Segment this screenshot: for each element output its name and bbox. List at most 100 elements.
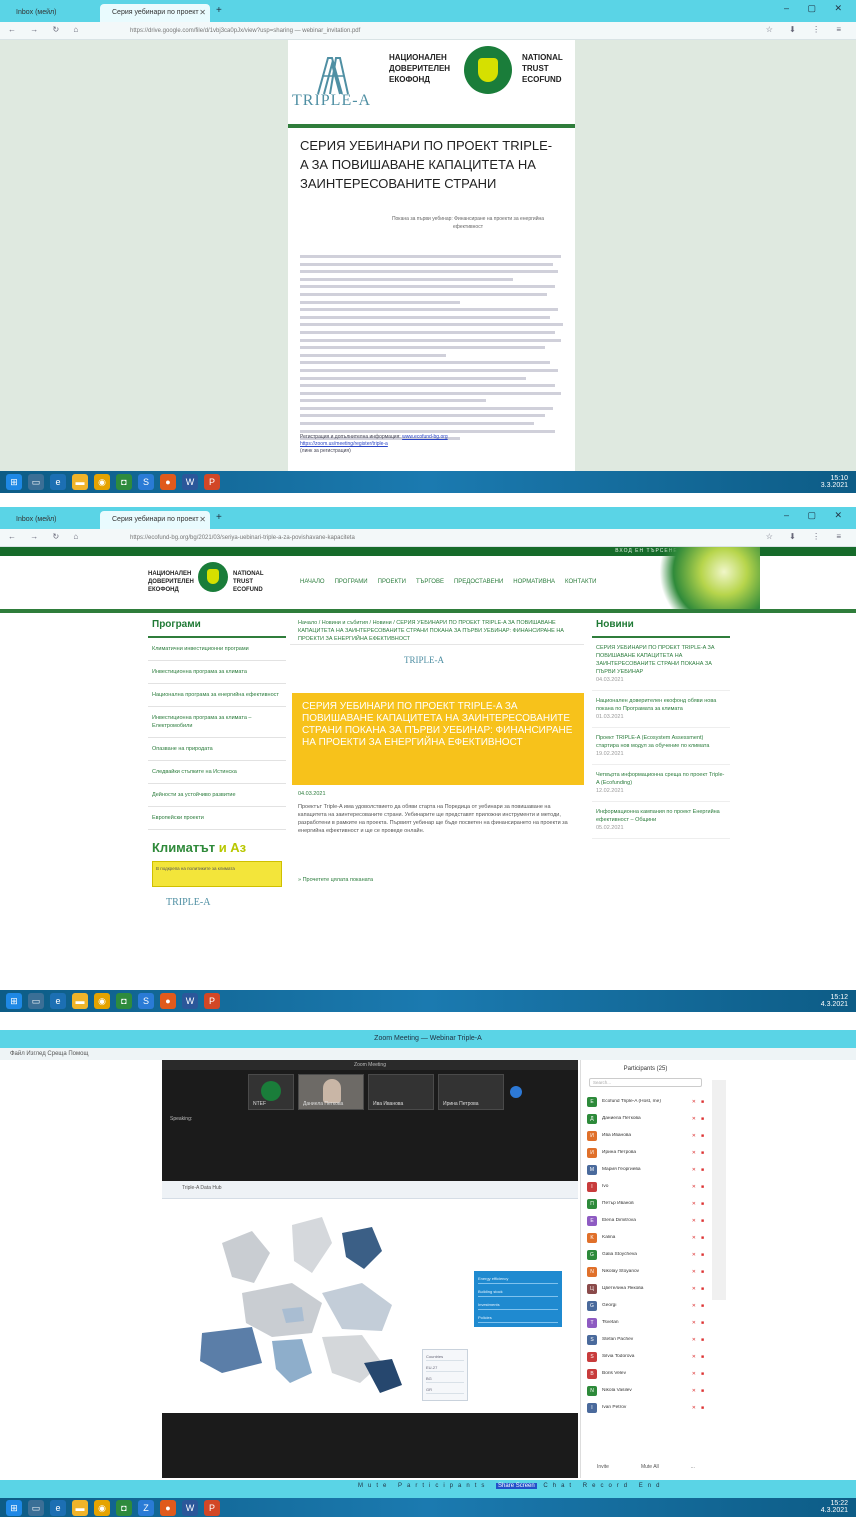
edge-icon[interactable]: e — [50, 993, 66, 1009]
window-controls[interactable]: – ▢ ✕ — [784, 3, 850, 14]
mute-all-button[interactable]: Mute All — [641, 1464, 659, 1470]
invite-button[interactable]: Invite — [597, 1464, 609, 1470]
menu-item[interactable]: Проекти — [378, 579, 406, 585]
sidebar-item[interactable]: Европейски проекти — [148, 807, 286, 830]
participant-row[interactable]: T Tsvetan ✕ ■ — [581, 1314, 710, 1331]
video-tile[interactable]: NTEF — [248, 1074, 294, 1110]
nav-buttons[interactable]: ← → ↻ ⌂ — [8, 532, 84, 541]
start-icon[interactable]: ⊞ — [6, 993, 22, 1009]
participant-row[interactable]: Д Даниела Петкова ✕ ■ — [581, 1110, 710, 1127]
participant-row[interactable]: I Ivo ✕ ■ — [581, 1178, 710, 1195]
participant-row[interactable]: Ц Цветелина Янкова ✕ ■ — [581, 1280, 710, 1297]
skype-icon[interactable]: S — [138, 993, 154, 1009]
sidebar-item[interactable]: Следвайки стъпките на Истинска — [148, 761, 286, 784]
participant-row[interactable]: П Петър Иванов ✕ ■ — [581, 1195, 710, 1212]
close-tab-icon[interactable]: ✕ — [199, 4, 206, 22]
news-item[interactable]: Национален доверителен екофонд обяви нов… — [592, 691, 730, 728]
edge-icon[interactable]: e — [50, 474, 66, 490]
europe-map[interactable] — [182, 1213, 442, 1403]
word-icon[interactable]: W — [182, 474, 198, 490]
chrome-icon[interactable]: ◉ — [94, 1500, 110, 1516]
desktop-icon[interactable]: ▭ — [28, 474, 44, 490]
filter-option[interactable]: Energy efficiency — [478, 1274, 558, 1284]
word-icon[interactable]: W — [182, 993, 198, 1009]
participant-row[interactable]: И Ирина Петрова ✕ ■ — [581, 1144, 710, 1161]
register-link[interactable]: https://zoom.us/meeting/register/triple-… — [300, 441, 388, 447]
browser-actions[interactable]: ☆ ⬇ ⋮ ≡ — [766, 532, 848, 541]
browser-tab[interactable]: Іnbox (мейл) — [4, 511, 84, 529]
participant-row[interactable]: И Ива Иванова ✕ ■ — [581, 1127, 710, 1144]
system-tray[interactable]: 15:22 4.3.2021 — [821, 1500, 848, 1514]
browser-tab[interactable]: Іnbox (мейл) — [4, 4, 84, 22]
filter-option[interactable]: Investments — [478, 1300, 558, 1310]
news-item[interactable]: Проект TRIPLE-A (Ecosystem Assessment) с… — [592, 728, 730, 765]
breadcrumb[interactable]: Начало / Новини и събития / Новини / СЕР… — [290, 613, 584, 645]
pdf-icon[interactable]: P — [204, 993, 220, 1009]
edge-icon[interactable]: e — [50, 1500, 66, 1516]
ntef-logo-icon[interactable] — [198, 562, 228, 592]
app-icon[interactable]: ◘ — [116, 1500, 132, 1516]
participant-row[interactable]: N Nikola Vasilev ✕ ■ — [581, 1382, 710, 1399]
chrome-icon[interactable]: ◉ — [94, 993, 110, 1009]
sidebar-item[interactable]: Климатични инвестиционни програми — [148, 638, 286, 661]
klimat-banner[interactable]: Климатът и Аз — [152, 840, 282, 855]
menu-item[interactable]: Предоставени — [454, 579, 503, 585]
close-tab-icon[interactable]: ✕ — [199, 511, 206, 529]
video-tile[interactable]: Ирина Петрова — [438, 1074, 504, 1110]
participant-row[interactable]: G Georgi ✕ ■ — [581, 1297, 710, 1314]
sidebar-item[interactable]: Национална програма за енергийна ефектив… — [148, 684, 286, 707]
participant-row[interactable]: I Ivan Petrov ✕ ■ — [581, 1399, 710, 1416]
word-icon[interactable]: W — [182, 1500, 198, 1516]
pdf-viewport[interactable]: TRIPLE-A НАЦИОНАЛЕН ДОВЕРИТЕЛЕН ЕКОФОНД … — [0, 40, 856, 471]
url-field[interactable]: https://ecofund-bg.org/bg/2021/03/seriya… — [130, 532, 720, 544]
menu-item[interactable]: Контакти — [565, 579, 596, 585]
browser-tab-active[interactable]: Серия уебинари по проект ✕ — [100, 511, 210, 529]
window-controls[interactable]: – ▢ ✕ — [784, 510, 850, 521]
start-icon[interactable]: ⊞ — [6, 1500, 22, 1516]
video-tile-active[interactable]: Даниела Петкова — [298, 1074, 364, 1110]
end-button[interactable]: End — [639, 1483, 665, 1489]
zoom-icon[interactable]: Z — [138, 1500, 154, 1516]
new-tab-icon[interactable]: + — [216, 5, 222, 16]
pdf-icon[interactable]: P — [204, 1500, 220, 1516]
participant-row[interactable]: K Kalina ✕ ■ — [581, 1229, 710, 1246]
participant-row[interactable]: S Silvia Todorova ✕ ■ — [581, 1348, 710, 1365]
sidebar-item[interactable]: Инвестиционна програма за климата — [148, 661, 286, 684]
logo-text-en[interactable]: NATIONAL TRUST ECOFUND — [233, 570, 264, 594]
zoom-menu-bar[interactable]: Файл Изглед Среща Помощ — [0, 1048, 856, 1060]
filter-option[interactable]: Policies — [478, 1313, 558, 1323]
next-page-icon[interactable] — [510, 1086, 522, 1098]
system-tray[interactable]: 15:12 4.3.2021 — [821, 994, 848, 1008]
chrome-icon[interactable]: ◉ — [94, 474, 110, 490]
participants-search[interactable]: Search... — [589, 1078, 702, 1087]
participant-row[interactable]: E Elena Dimitrova ✕ ■ — [581, 1212, 710, 1229]
participant-row[interactable]: М Мария Георгиева ✕ ■ — [581, 1161, 710, 1178]
read-more-link[interactable]: » Прочетете цялата поканата — [298, 877, 373, 883]
map-filter-panel[interactable]: Energy efficiency Building stock Investm… — [474, 1271, 562, 1327]
sidebar-item[interactable]: Инвестиционна програма за климата – Елек… — [148, 707, 286, 738]
new-tab-icon[interactable]: + — [216, 512, 222, 523]
participant-row[interactable]: S Stefan Pachev ✕ ■ — [581, 1331, 710, 1348]
chat-button[interactable]: Chat — [543, 1483, 576, 1489]
video-tile[interactable]: Ива Иванова — [368, 1074, 434, 1110]
participant-row[interactable]: N Nikolay Stoyanov ✕ ■ — [581, 1263, 710, 1280]
nav-buttons[interactable]: ← → ↻ ⌂ — [8, 25, 84, 34]
menu-item[interactable]: Начало — [300, 579, 325, 585]
firefox-icon[interactable]: ● — [160, 474, 176, 490]
folder-icon[interactable]: ▬ — [72, 474, 88, 490]
desktop-icon[interactable]: ▭ — [28, 993, 44, 1009]
mute-button[interactable]: Mute — [358, 1483, 391, 1489]
more-button[interactable]: ... — [691, 1464, 695, 1470]
url-field[interactable]: https://drive.google.com/file/d/1vbj3ca0… — [130, 25, 720, 37]
sidebar-item[interactable]: Опазване на природата — [148, 738, 286, 761]
folder-icon[interactable]: ▬ — [72, 1500, 88, 1516]
firefox-icon[interactable]: ● — [160, 993, 176, 1009]
start-icon[interactable]: ⊞ — [6, 474, 22, 490]
participant-row[interactable]: G Galia Stoycheva ✕ ■ — [581, 1246, 710, 1263]
footer-link[interactable]: www.ecofund-bg.org — [402, 434, 448, 440]
menu-item[interactable]: Нормативна — [513, 579, 555, 585]
record-button[interactable]: Record — [583, 1483, 632, 1489]
browser-actions[interactable]: ☆ ⬇ ⋮ ≡ — [766, 25, 848, 34]
menu-item[interactable]: Програми — [335, 579, 368, 585]
participants-button[interactable]: Participants — [398, 1483, 489, 1489]
